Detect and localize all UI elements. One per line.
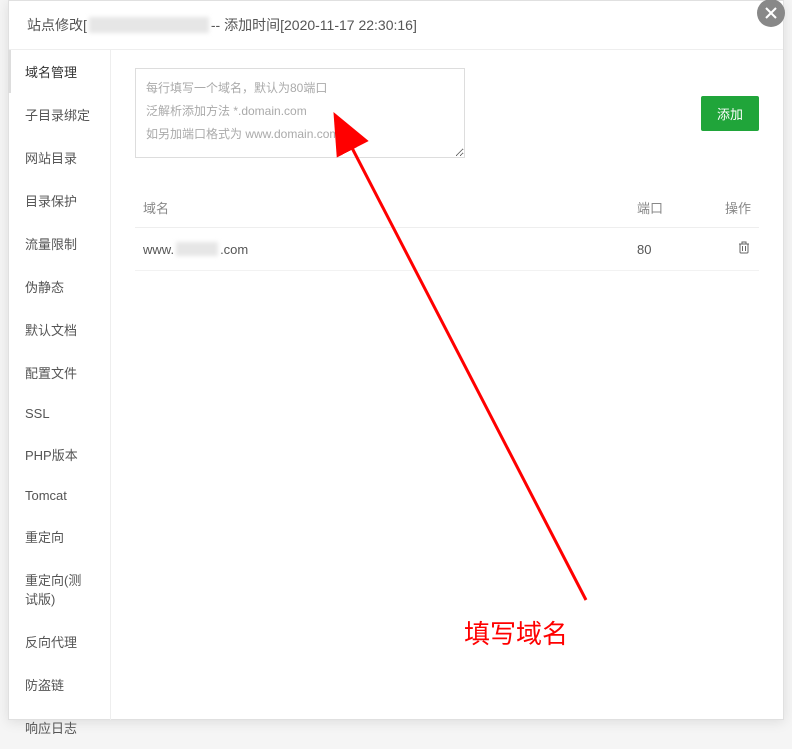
table-row: www. .com 80 (135, 228, 759, 271)
add-domain-row: 添加 (135, 68, 759, 158)
sidebar-item-dir-protect[interactable]: 目录保护 (9, 179, 110, 222)
domain-middle-blurred (176, 242, 218, 256)
col-action: 操作 (709, 188, 759, 228)
sidebar-item-redirect[interactable]: 重定向 (9, 515, 110, 558)
sidebar-item-label: 默认文档 (25, 323, 77, 338)
sidebar-item-label: 网站目录 (25, 151, 77, 166)
dialog-body: 域名管理 子目录绑定 网站目录 目录保护 流量限制 伪静态 默认文档 配置文件 … (9, 50, 783, 720)
content-panel: 添加 域名 端口 操作 www. (111, 50, 783, 720)
title-sep: -- 添加时间[ (211, 15, 284, 35)
domain-prefix: www. (143, 242, 174, 257)
sidebar-item-site-dir[interactable]: 网站目录 (9, 136, 110, 179)
sidebar-item-label: 重定向 (25, 530, 64, 545)
sidebar-item-label: 防盗链 (25, 678, 64, 693)
title-timestamp: 2020-11-17 22:30:16 (284, 17, 413, 33)
sidebar-item-domain-manage[interactable]: 域名管理 (9, 50, 110, 93)
domain-cell: www. .com (143, 242, 621, 257)
sidebar-item-php-version[interactable]: PHP版本 (9, 433, 110, 476)
sidebar-item-rewrite[interactable]: 伪静态 (9, 265, 110, 308)
sidebar-item-label: 流量限制 (25, 237, 77, 252)
domain-suffix: .com (220, 242, 248, 257)
sidebar-item-anti-leech[interactable]: 防盗链 (9, 663, 110, 706)
sidebar-item-label: Tomcat (25, 488, 67, 503)
sidebar-item-label: 域名管理 (25, 65, 77, 80)
sidebar-item-label: 子目录绑定 (25, 108, 90, 123)
site-name-blurred (89, 17, 209, 33)
sidebar-item-label: 伪静态 (25, 280, 64, 295)
site-edit-dialog: 站点修改[ -- 添加时间[ 2020-11-17 22:30:16 ] 域名管… (8, 0, 784, 720)
sidebar-item-label: 反向代理 (25, 635, 77, 650)
sidebar-item-label: SSL (25, 406, 50, 421)
sidebar-item-subdir-bind[interactable]: 子目录绑定 (9, 93, 110, 136)
sidebar-item-reverse-proxy[interactable]: 反向代理 (9, 620, 110, 663)
sidebar-item-label: 重定向(测试版) (25, 573, 81, 607)
close-icon[interactable] (757, 0, 785, 27)
add-button[interactable]: 添加 (701, 96, 759, 131)
trash-icon[interactable] (737, 241, 751, 258)
port-cell: 80 (629, 228, 709, 271)
sidebar-item-label: 响应日志 (25, 721, 77, 736)
sidebar-item-label: 目录保护 (25, 194, 77, 209)
sidebar-item-config-file[interactable]: 配置文件 (9, 351, 110, 394)
sidebar-item-traffic-limit[interactable]: 流量限制 (9, 222, 110, 265)
sidebar-item-tomcat[interactable]: Tomcat (9, 476, 110, 515)
dialog-title: 站点修改[ -- 添加时间[ 2020-11-17 22:30:16 ] (9, 1, 783, 50)
title-prefix: 站点修改[ (27, 15, 87, 35)
col-port: 端口 (629, 188, 709, 228)
domain-input[interactable] (135, 68, 465, 158)
sidebar: 域名管理 子目录绑定 网站目录 目录保护 流量限制 伪静态 默认文档 配置文件 … (9, 50, 111, 720)
title-suffix: ] (413, 17, 417, 33)
sidebar-item-redirect-beta[interactable]: 重定向(测试版) (9, 558, 110, 620)
sidebar-item-label: 配置文件 (25, 366, 77, 381)
sidebar-item-response-log[interactable]: 响应日志 (9, 706, 110, 749)
domain-table: 域名 端口 操作 www. .com (135, 188, 759, 271)
sidebar-item-default-doc[interactable]: 默认文档 (9, 308, 110, 351)
sidebar-item-label: PHP版本 (25, 448, 78, 463)
col-domain: 域名 (135, 188, 629, 228)
sidebar-item-ssl[interactable]: SSL (9, 394, 110, 433)
